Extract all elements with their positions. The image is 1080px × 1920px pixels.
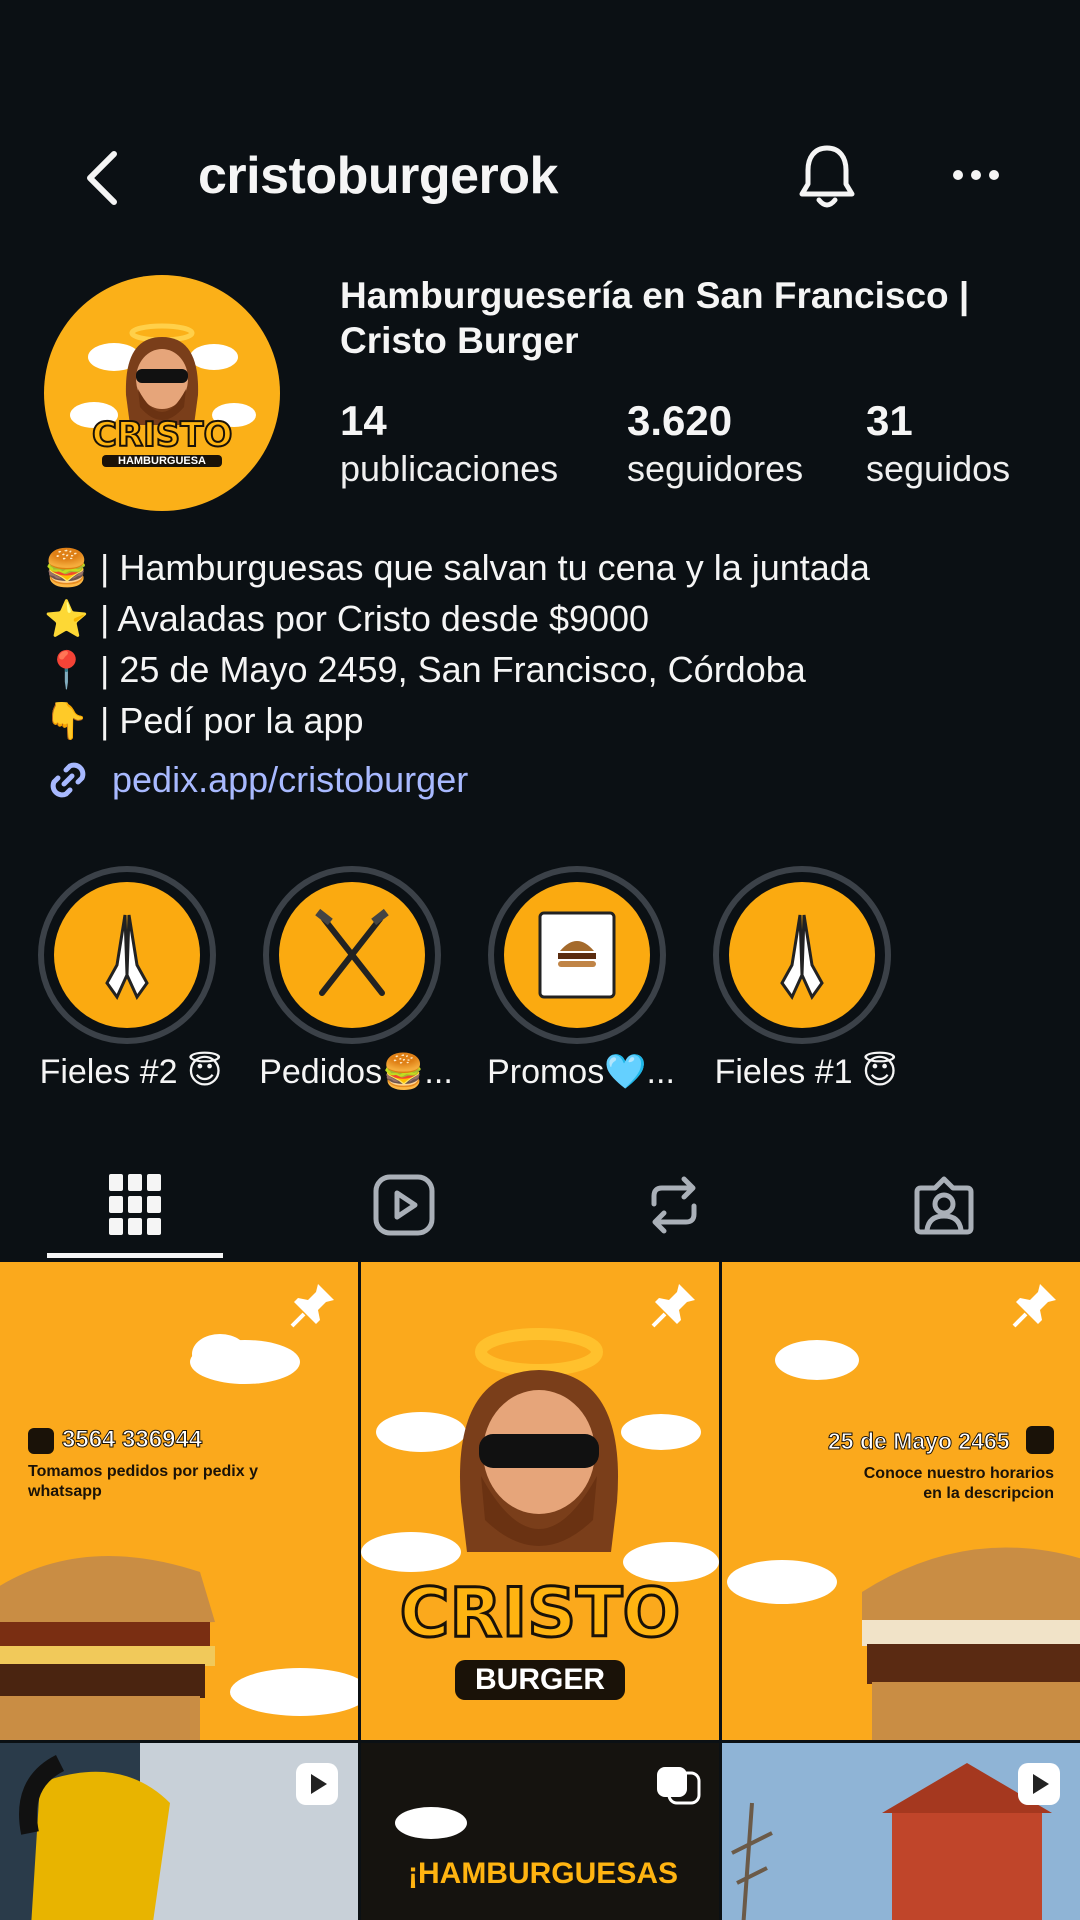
post-phone: 3564 336944 [61, 1426, 203, 1454]
bio-line: ⭐ | Avaladas por Cristo desde $9000 [44, 598, 650, 640]
avatar-brand-text: CRISTO [91, 414, 233, 456]
highlight-ring [38, 866, 216, 1044]
grid-post[interactable]: 3564 336944 Tomamos pedidos por pedix y … [0, 1262, 358, 1740]
profile-display-name: Hamburguesería en San Francisco | Cristo… [340, 275, 970, 361]
grid-post[interactable] [722, 1743, 1080, 1920]
tab-tagged[interactable] [856, 1150, 1032, 1260]
highlight-ring [263, 866, 441, 1044]
cristo-logo-icon [70, 323, 256, 428]
post-caption: Tomamos pedidos por pedix y whatsapp [28, 1463, 258, 1500]
pin-icon [651, 1284, 695, 1328]
burger-book-icon [538, 911, 616, 999]
post-headline: ¡HAMBURGUESAS [408, 1857, 678, 1890]
profile-tabs [0, 1150, 1080, 1260]
post-caption: Conoce nuestro horarios en la descripcio… [863, 1465, 1054, 1502]
pin-icon [1012, 1284, 1056, 1328]
posts-count[interactable]: 14 publicaciones [340, 396, 558, 492]
crossed-nails-icon [315, 908, 389, 996]
tagged-icon [914, 1176, 974, 1235]
profile-username: cristoburgerok [198, 147, 558, 205]
praying-hands-icon [780, 914, 824, 1000]
reposts-icon [651, 1176, 697, 1234]
avatar-sub-text: HAMBURGUESA [102, 455, 222, 467]
profile-link[interactable]: pedix.app/cristoburger [44, 754, 468, 806]
grid-post[interactable]: 25 de Mayo 2465 Conoce nuestro horarios … [722, 1262, 1080, 1740]
highlight-ring [713, 866, 891, 1044]
following-count[interactable]: 31 seguidos [866, 396, 1010, 492]
active-tab-indicator [47, 1253, 223, 1258]
grid-post[interactable]: CRISTO BURGER [361, 1262, 719, 1740]
reel-icon [296, 1763, 338, 1805]
grid-icon [109, 1174, 161, 1235]
post-address: 25 de Mayo 2465 [828, 1428, 1011, 1455]
profile-header: cristoburgerok [0, 130, 1080, 226]
tab-grid[interactable] [47, 1150, 223, 1260]
reels-icon [373, 1174, 435, 1236]
grid-post[interactable] [0, 1743, 358, 1920]
bio-line: 👇 | Pedí por la app [44, 700, 364, 742]
posts-grid: 3564 336944 Tomamos pedidos por pedix y … [0, 1262, 1080, 1920]
highlight-ring [488, 866, 666, 1044]
praying-hands-icon [105, 914, 149, 1000]
location-icon [1026, 1426, 1054, 1454]
link-icon [50, 762, 86, 798]
bell-icon[interactable] [796, 142, 858, 212]
profile-bio: 🍔 | Hamburguesas que salvan tu cena y la … [44, 543, 1044, 747]
followers-count[interactable]: 3.620 seguidores [627, 396, 803, 492]
more-options-icon[interactable] [950, 160, 1002, 190]
tab-reels[interactable] [316, 1150, 492, 1260]
profile-avatar[interactable]: CRISTO HAMBURGUESA [44, 275, 280, 511]
bio-line: 🍔 | Hamburguesas que salvan tu cena y la … [44, 547, 870, 589]
grid-post[interactable]: ¡HAMBURGUESAS [361, 1743, 719, 1920]
whatsapp-icon [28, 1428, 54, 1454]
reel-icon [657, 1767, 701, 1805]
back-arrow-icon[interactable] [78, 148, 134, 208]
post-logo-top: CRISTO [398, 1573, 682, 1655]
bio-line: 📍 | 25 de Mayo 2459, San Francisco, Córdo… [44, 649, 806, 691]
reel-icon [1018, 1763, 1060, 1805]
tab-reposts[interactable] [586, 1150, 762, 1260]
post-logo-bottom: BURGER [455, 1660, 625, 1700]
pin-icon [290, 1284, 334, 1328]
